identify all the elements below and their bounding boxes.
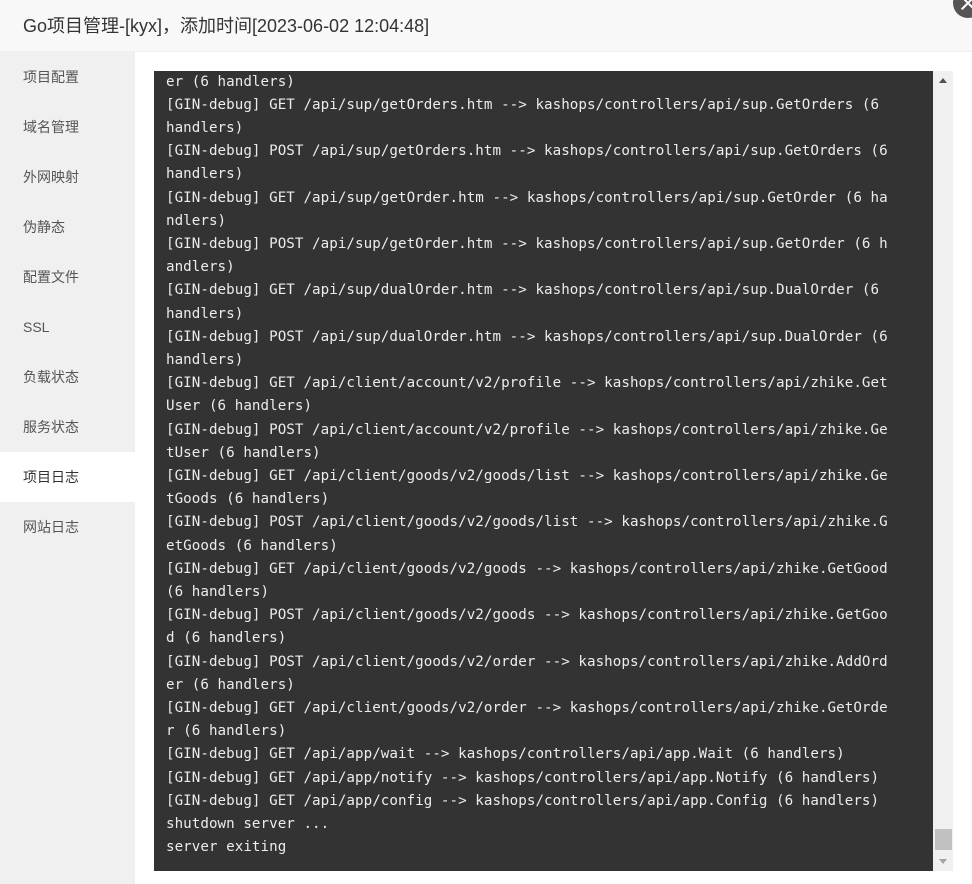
log-line: [GIN-debug] POST /api/sup/getOrders.htm … [166, 143, 888, 160]
log-line: [GIN-debug] GET /api/client/account/v2/p… [166, 375, 888, 392]
sidebar-item-site-log[interactable]: 网站日志 [0, 502, 135, 552]
log-line: [GIN-debug] GET /api/client/goods/v2/goo… [166, 560, 888, 577]
log-line: [GIN-debug] GET /api/app/notify --> kash… [166, 769, 880, 786]
log-line: [GIN-debug] GET /api/sup/dualOrder.htm -… [166, 282, 880, 299]
log-line: [GIN-debug] GET /api/client/goods/v2/ord… [166, 699, 888, 716]
log-line: [GIN-debug] POST /api/sup/getOrder.htm -… [166, 235, 888, 252]
go-project-dialog: Go项目管理-[kyx]，添加时间[2023-06-02 12:04:48] 项… [0, 0, 972, 884]
scroll-thumb[interactable] [935, 829, 952, 850]
log-line: ndlers) [166, 212, 227, 229]
sidebar-item-external-mapping[interactable]: 外网映射 [0, 152, 135, 202]
log-line: er (6 handlers) [166, 73, 295, 90]
log-line: [GIN-debug] GET /api/sup/getOrder.htm --… [166, 189, 888, 206]
log-line: [GIN-debug] GET /api/app/config --> kash… [166, 792, 880, 809]
project-log-panel: er (6 handlers) [GIN-debug] GET /api/sup/… [154, 71, 953, 871]
log-lines: er (6 handlers) [GIN-debug] GET /api/sup/… [166, 71, 921, 859]
sidebar-item-load-status[interactable]: 负载状态 [0, 352, 135, 402]
log-line: handlers) [166, 119, 244, 136]
log-line: d (6 handlers) [166, 630, 287, 647]
sidebar-nav: 项目配置 域名管理 外网映射 伪静态 配置文件 SSL 负载状态 服务状态 项目… [0, 52, 135, 884]
log-line: (6 handlers) [166, 583, 270, 600]
sidebar-item-project-log[interactable]: 项目日志 [0, 452, 135, 502]
sidebar-item-project-config[interactable]: 项目配置 [0, 52, 135, 102]
log-line: etGoods (6 handlers) [166, 537, 338, 554]
log-line: [GIN-debug] POST /api/sup/dualOrder.htm … [166, 328, 888, 345]
log-line: [GIN-debug] GET /api/client/goods/v2/goo… [166, 467, 888, 484]
dialog-titlebar: Go项目管理-[kyx]，添加时间[2023-06-02 12:04:48] [0, 0, 972, 52]
sidebar-item-domain-management[interactable]: 域名管理 [0, 102, 135, 152]
log-line: User (6 handlers) [166, 398, 313, 415]
sidebar-item-config-file[interactable]: 配置文件 [0, 252, 135, 302]
log-line: [GIN-debug] POST /api/client/goods/v2/go… [166, 514, 888, 531]
log-line: [GIN-debug] GET /api/app/wait --> kashop… [166, 746, 845, 763]
log-line: er (6 handlers) [166, 676, 295, 693]
log-line: shutdown server ... [166, 816, 330, 832]
dialog-title: Go项目管理-[kyx]，添加时间[2023-06-02 12:04:48] [23, 16, 430, 36]
log-line: server exiting [166, 839, 287, 856]
log-line: [GIN-debug] GET /api/sup/getOrders.htm -… [166, 96, 880, 113]
log-line: handlers) [166, 351, 244, 368]
log-output[interactable]: er (6 handlers) [GIN-debug] GET /api/sup/… [154, 71, 933, 871]
sidebar-item-service-status[interactable]: 服务状态 [0, 402, 135, 452]
log-scrollbar[interactable] [933, 71, 953, 871]
log-line: tUser (6 handlers) [166, 444, 321, 461]
sidebar-item-rewrite[interactable]: 伪静态 [0, 202, 135, 252]
log-line: handlers) [166, 166, 244, 183]
scroll-down-arrow-icon[interactable] [933, 854, 953, 871]
log-line: [GIN-debug] POST /api/client/goods/v2/or… [166, 653, 888, 670]
log-line: handlers) [166, 305, 244, 322]
log-line: [GIN-debug] POST /api/client/goods/v2/go… [166, 607, 888, 624]
log-line: [GIN-debug] POST /api/client/account/v2/… [166, 421, 888, 438]
sidebar-item-ssl[interactable]: SSL [0, 302, 135, 352]
scroll-up-arrow-icon[interactable] [933, 71, 953, 88]
log-line: r (6 handlers) [166, 723, 287, 740]
log-line: andlers) [166, 259, 235, 276]
log-line: tGoods (6 handlers) [166, 491, 330, 508]
